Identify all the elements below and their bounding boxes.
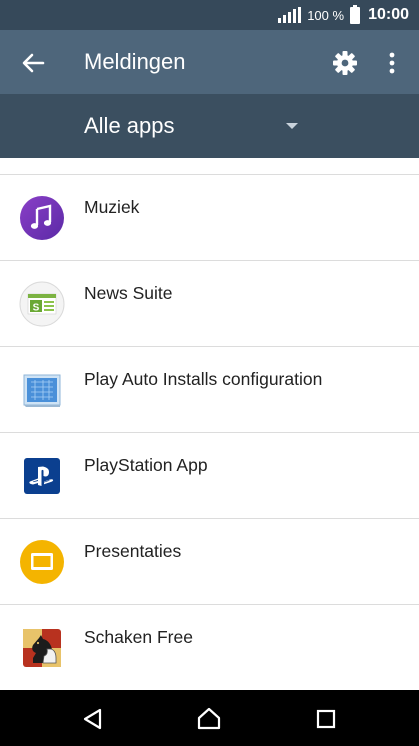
list-item[interactable]: Muziek <box>0 175 419 261</box>
app-name: Schaken Free <box>84 627 193 647</box>
page-title: Meldingen <box>84 49 186 74</box>
status-bar: 100 % 10:00 <box>0 0 419 30</box>
filter-selected-label: Alle apps <box>84 113 175 138</box>
playstation-icon <box>19 453 65 499</box>
app-name: News Suite <box>84 283 173 303</box>
app-name: Muziek <box>84 197 140 217</box>
clock: 10:00 <box>368 6 409 23</box>
list-item[interactable]: Play Auto Installs configuration <box>0 347 419 433</box>
nav-recents-icon[interactable] <box>313 706 339 732</box>
navigation-bar <box>0 690 419 746</box>
nav-back-icon[interactable] <box>80 706 106 732</box>
app-list: Muziek S News Suite Play Auto Installs c… <box>0 158 419 690</box>
news-suite-icon: S <box>19 281 65 327</box>
list-item[interactable]: Schaken Free <box>0 605 419 690</box>
app-filter-dropdown[interactable]: Alle apps <box>0 94 419 158</box>
blueprint-icon <box>19 367 65 413</box>
app-name: PlayStation App <box>84 455 208 475</box>
app-name: Play Auto Installs configuration <box>84 369 323 389</box>
svg-text:S: S <box>33 303 40 314</box>
app-toolbar: Meldingen <box>0 30 419 94</box>
music-icon <box>19 195 65 241</box>
more-vertical-icon[interactable] <box>380 48 404 78</box>
battery-percent: 100 % <box>307 7 345 23</box>
gear-icon[interactable] <box>328 46 362 80</box>
list-item[interactable]: PlayStation App <box>0 433 419 519</box>
battery-icon <box>350 4 361 24</box>
presentation-icon <box>19 539 65 585</box>
list-item[interactable]: Presentaties <box>0 519 419 605</box>
nav-home-icon[interactable] <box>196 706 222 732</box>
list-divider <box>0 158 419 175</box>
chess-knight-icon <box>19 625 65 671</box>
app-name: Presentaties <box>84 541 182 561</box>
arrow-back-icon[interactable] <box>16 46 50 80</box>
caret-down-icon <box>282 118 302 134</box>
signal-icon <box>278 7 302 23</box>
list-item[interactable]: S News Suite <box>0 261 419 347</box>
